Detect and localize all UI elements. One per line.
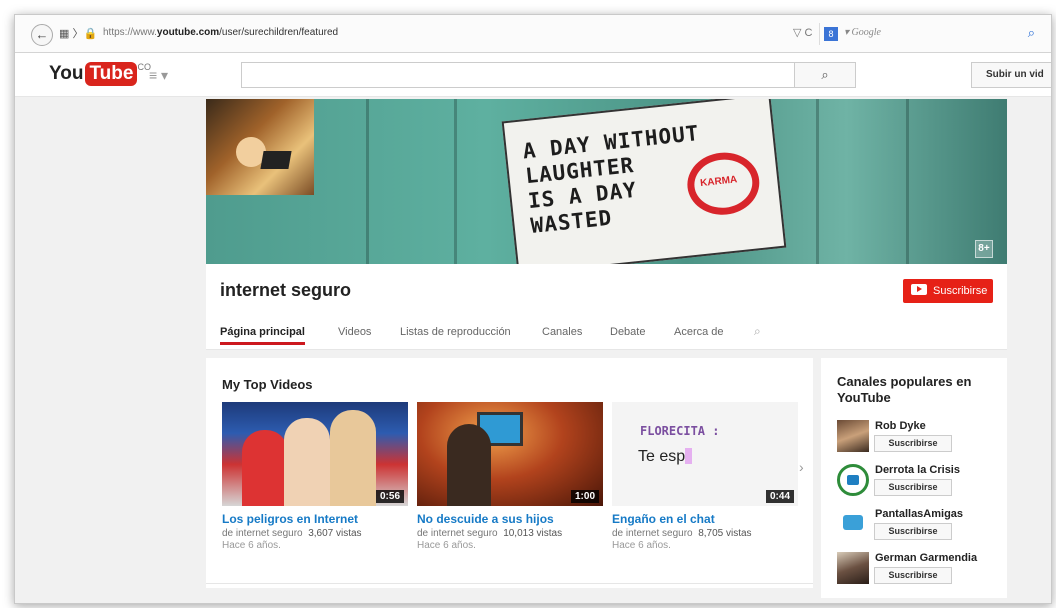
video-card[interactable]: 0:56 Los peligros en Internet de interne… <box>222 402 408 551</box>
video-title[interactable]: No descuide a sus hijos <box>417 512 603 526</box>
search-icon[interactable]: ⌕ <box>1028 25 1035 41</box>
avatar[interactable] <box>837 552 869 584</box>
banner-sign: A DAY WITHOUT LAUGHTER IS A DAY WASTED K… <box>501 99 787 264</box>
divider <box>206 583 813 584</box>
channel-list-item: PantallasAmigas Suscribirse <box>837 508 1007 546</box>
play-icon <box>911 284 927 295</box>
featured-section: My Top Videos 0:56 Los peligros en Inter… <box>206 358 813 588</box>
video-thumbnail[interactable]: FLORECITA : Te esp 0:44 <box>612 402 798 506</box>
channel-list-item: German Garmendia Suscribirse <box>837 552 1007 590</box>
video-age: Hace 6 años. <box>222 540 281 551</box>
search-icon: ⌕ <box>821 67 829 82</box>
avatar[interactable] <box>837 420 869 452</box>
youtube-search-button[interactable]: ⌕ <box>794 62 856 88</box>
site-identity-icon[interactable]: ▦ 〉🔒 <box>59 25 97 41</box>
youtube-logo[interactable]: You Tube CO <box>49 62 151 86</box>
browser-search-placeholder: ▾ Google <box>844 27 881 38</box>
tab-listas[interactable]: Listas de reproducción <box>400 326 511 338</box>
thumb-text: Te esp <box>638 448 693 466</box>
avatar[interactable] <box>837 508 869 540</box>
video-duration: 1:00 <box>570 490 599 503</box>
url-path: /user/surechildren/featured <box>219 27 339 38</box>
tab-pagina-principal[interactable]: Página principal <box>220 326 305 345</box>
back-arrow-icon[interactable]: ← <box>31 24 53 46</box>
youtube-header: You Tube CO ≡ ▾ ⌕ Subir un vid <box>15 53 1051 97</box>
video-title[interactable]: Los peligros en Internet <box>222 512 408 526</box>
channel-avatar[interactable] <box>206 99 314 195</box>
url-field[interactable]: https://www.youtube.com/user/surechildre… <box>103 27 338 38</box>
tab-canales[interactable]: Canales <box>542 326 582 338</box>
subscribe-button[interactable]: Suscribirse <box>874 523 952 540</box>
channel-header: internet seguro Suscribirse Página princ… <box>206 264 1007 350</box>
video-meta: de internet seguro 3,607 vistas <box>222 528 362 539</box>
channel-banner: A DAY WITHOUT LAUGHTER IS A DAY WASTED K… <box>206 99 1007 264</box>
channel-name[interactable]: Rob Dyke <box>875 420 926 432</box>
url-prefix: https://www. <box>103 27 157 38</box>
video-card[interactable]: FLORECITA : Te esp 0:44 Engaño en el cha… <box>612 402 798 551</box>
laptop-icon <box>260 151 292 169</box>
video-thumbnail[interactable]: 0:56 <box>222 402 408 506</box>
subscribe-button[interactable]: Suscribirse <box>874 435 952 452</box>
video-age: Hace 6 años. <box>417 540 476 551</box>
next-arrow-icon[interactable]: › <box>799 459 804 475</box>
google-plus-icon[interactable]: 8+ <box>975 240 993 258</box>
upload-button[interactable]: Subir un vid <box>971 62 1051 88</box>
subscribe-button[interactable]: Suscribirse <box>903 279 993 303</box>
tab-acerca-de[interactable]: Acerca de <box>674 326 724 338</box>
popular-channels-sidebar: Canales populares en YouTube Rob Dyke Su… <box>821 358 1007 598</box>
browser-address-bar: ← ▦ 〉🔒 https://www.youtube.com/user/sure… <box>15 15 1051 53</box>
google-engine-icon[interactable]: 8 <box>824 27 838 41</box>
video-title[interactable]: Engaño en el chat <box>612 512 798 526</box>
section-title: My Top Videos <box>222 377 313 392</box>
guide-menu-icon[interactable]: ≡ ▾ <box>149 67 168 84</box>
channel-list-item: Rob Dyke Suscribirse <box>837 420 1007 458</box>
avatar[interactable] <box>837 464 869 496</box>
tab-videos[interactable]: Videos <box>338 326 371 338</box>
tv-icon <box>843 515 863 530</box>
video-card[interactable]: 1:00 No descuide a sus hijos de internet… <box>417 402 603 551</box>
browser-search-box[interactable]: 8 ▾ Google ⌕ <box>819 23 1039 45</box>
channel-name[interactable]: German Garmendia <box>875 552 977 564</box>
browser-window: ← ▦ 〉🔒 https://www.youtube.com/user/sure… <box>14 14 1052 604</box>
channel-name[interactable]: Derrota la Crisis <box>875 464 960 476</box>
video-meta: de internet seguro 8,705 vistas <box>612 528 752 539</box>
subscribe-button[interactable]: Suscribirse <box>874 567 952 584</box>
video-thumbnail[interactable]: 1:00 <box>417 402 603 506</box>
channel-title[interactable]: internet seguro <box>220 280 351 301</box>
channel-search-icon[interactable]: ⌕ <box>754 324 761 339</box>
engine-dropdown-arrow[interactable]: ▾ <box>844 27 849 38</box>
subscribe-button[interactable]: Suscribirse <box>874 479 952 496</box>
sidebar-title: Canales populares en YouTube <box>837 374 972 405</box>
channel-name[interactable]: PantallasAmigas <box>875 508 963 520</box>
video-meta: de internet seguro 10,013 vistas <box>417 528 563 539</box>
reload-icon[interactable]: ▽ C <box>793 26 812 39</box>
url-domain: youtube.com <box>156 27 220 38</box>
channel-list-item: Derrota la Crisis Suscribirse <box>837 464 1007 502</box>
video-duration: 0:56 <box>375 490 404 503</box>
thumb-caption: FLORECITA : <box>640 424 720 438</box>
video-age: Hace 6 años. <box>612 540 671 551</box>
youtube-search-input[interactable] <box>241 62 795 88</box>
video-duration: 0:44 <box>765 490 794 503</box>
tab-debate[interactable]: Debate <box>610 326 645 338</box>
